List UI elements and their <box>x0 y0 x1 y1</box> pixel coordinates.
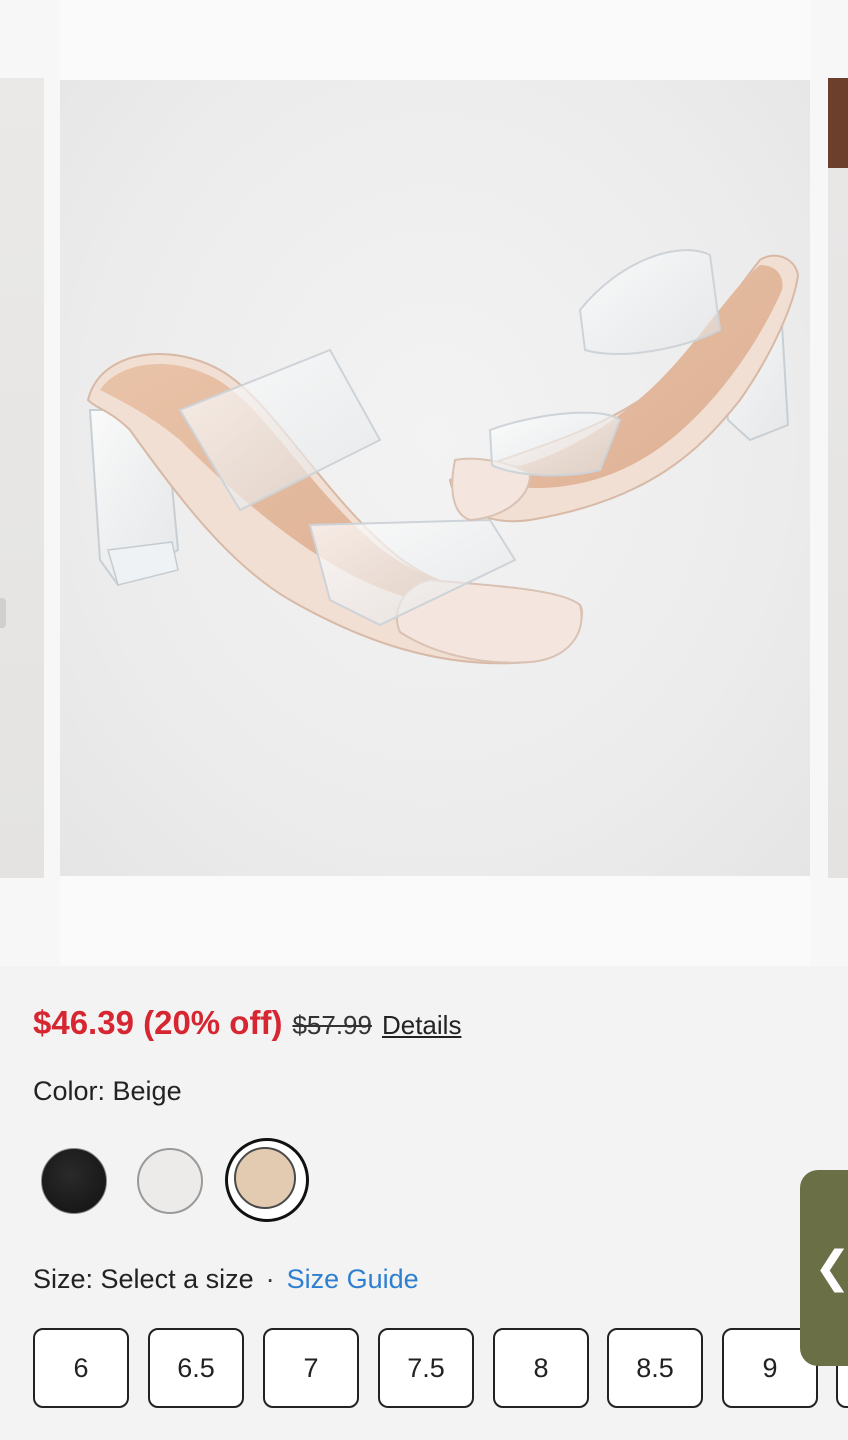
size-option-8-5[interactable]: 8.5 <box>607 1328 703 1408</box>
color-label: Color: Beige <box>33 1076 182 1106</box>
previous-image-edge <box>0 598 6 628</box>
price-row: $46.39 (20% off) $57.99 Details <box>33 1004 461 1042</box>
size-option-6[interactable]: 6 <box>33 1328 129 1408</box>
swatch-white[interactable] <box>137 1148 203 1214</box>
swatch-beige-selected[interactable] <box>225 1138 309 1222</box>
swatch-beige-fill <box>234 1147 296 1209</box>
previous-image-peek[interactable] <box>0 78 44 878</box>
sale-price: $46.39 (20% off) <box>33 1004 283 1041</box>
swatch-black[interactable] <box>41 1148 107 1214</box>
details-link[interactable]: Details <box>382 1010 461 1041</box>
size-option-7-5[interactable]: 7.5 <box>378 1328 474 1408</box>
size-label: Size: Select a size <box>33 1264 254 1294</box>
size-row: Size: Select a size · Size Guide <box>33 1264 419 1295</box>
product-photo <box>60 80 810 876</box>
sandals-illustration <box>86 249 800 665</box>
side-drawer-tab[interactable]: ❮ <box>800 1170 848 1366</box>
size-separator: · <box>265 1264 275 1294</box>
size-option-7[interactable]: 7 <box>263 1328 359 1408</box>
current-image-slide[interactable] <box>60 0 810 966</box>
original-price: $57.99 <box>292 1010 372 1040</box>
size-options: 6 6.5 7 7.5 8 8.5 9 <box>0 1328 848 1418</box>
product-image-carousel[interactable] <box>0 0 848 966</box>
size-option-8[interactable]: 8 <box>493 1328 589 1408</box>
next-image-peek[interactable] <box>828 78 848 878</box>
size-guide-link[interactable]: Size Guide <box>287 1264 419 1295</box>
color-swatches <box>33 1138 333 1228</box>
product-info-panel: $46.39 (20% off) $57.99 Details Color: B… <box>0 966 848 1440</box>
size-option-6-5[interactable]: 6.5 <box>148 1328 244 1408</box>
chevron-left-icon: ❮ <box>814 1243 848 1292</box>
